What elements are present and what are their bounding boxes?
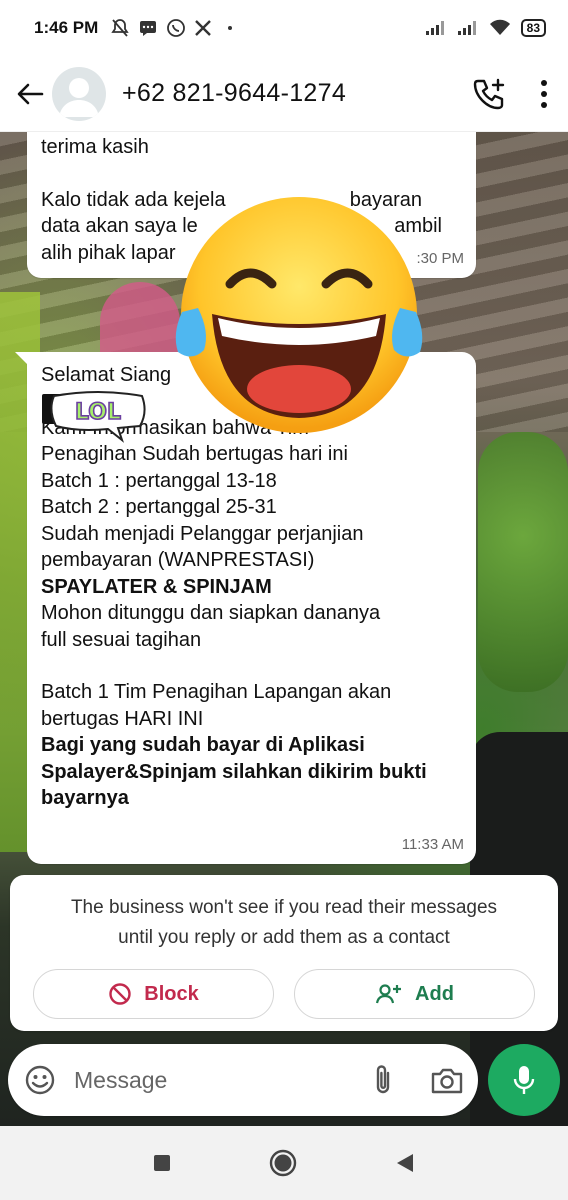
message-line: Batch 2 : pertanggal 25-31 bbox=[41, 496, 277, 518]
add-call-icon[interactable] bbox=[472, 77, 506, 111]
notice-text-line: The business won't see if you read their… bbox=[70, 897, 498, 918]
notice-text-line: until you reply or add them as a contact bbox=[118, 927, 450, 948]
emoji-icon[interactable] bbox=[24, 1064, 56, 1096]
battery-indicator: 83 bbox=[520, 19, 546, 37]
message-line: pembayaran (WANPRESTASI) bbox=[41, 549, 315, 571]
wallpaper-photo-tree bbox=[478, 432, 568, 692]
more-notifications-dot bbox=[228, 26, 233, 30]
contact-name[interactable]: +62 821-9644-1274 bbox=[122, 79, 346, 108]
message-line: terima kasih bbox=[41, 136, 149, 158]
status-time: 1:46 PM bbox=[34, 18, 99, 37]
chat-header: +62 821-9644-1274 bbox=[0, 56, 568, 132]
message-time: 11:33 AM bbox=[401, 835, 464, 853]
message-line: Sudah menjadi Pelanggar perjanjian bbox=[41, 522, 364, 545]
message-line: Mohon ditunggu dan siapkan dananya bbox=[41, 602, 381, 624]
sticker-text: LOL bbox=[75, 400, 121, 425]
back-nav-icon[interactable] bbox=[394, 1152, 416, 1174]
notification-icons bbox=[110, 18, 233, 38]
more-options-icon[interactable] bbox=[540, 79, 548, 109]
whatsapp-icon bbox=[167, 19, 186, 37]
message-input[interactable] bbox=[74, 1066, 324, 1094]
block-label: Block bbox=[144, 982, 199, 1005]
laughing-emoji-icon bbox=[175, 197, 423, 433]
wifi-icon bbox=[489, 19, 510, 35]
message-icon bbox=[140, 21, 157, 36]
recents-icon[interactable] bbox=[152, 1153, 172, 1173]
status-bar: 1:46 PM 83 bbox=[0, 0, 568, 56]
add-person-icon bbox=[375, 984, 402, 1004]
lol-sticker-icon: LOL bbox=[50, 391, 146, 443]
message-composer bbox=[8, 1044, 478, 1116]
default-avatar-icon bbox=[59, 77, 99, 117]
voice-message-button[interactable] bbox=[488, 1044, 560, 1116]
message-line: Bagi yang sudah bayar di Aplikasi bbox=[41, 734, 365, 756]
system-navigation-bar bbox=[0, 1126, 568, 1200]
message-line: full sesuai tagihan bbox=[41, 628, 202, 651]
message-line bbox=[41, 653, 462, 679]
mute-bell-icon bbox=[111, 19, 129, 37]
x-app-icon bbox=[195, 20, 212, 36]
avatar[interactable] bbox=[52, 66, 106, 121]
arrow-left-icon bbox=[17, 83, 44, 104]
add-contact-button[interactable]: Add bbox=[294, 969, 535, 1019]
system-icons: 83 bbox=[425, 19, 546, 37]
message-line: SPAYLATER & SPINJAM bbox=[41, 575, 272, 598]
signal-icon bbox=[425, 21, 444, 35]
back-button[interactable] bbox=[12, 76, 48, 112]
microphone-icon bbox=[513, 1066, 535, 1094]
message-line: bayarnya bbox=[41, 787, 129, 809]
composer-actions bbox=[372, 1063, 464, 1097]
message-line: Batch 1 : pertanggal 13-18 bbox=[41, 469, 277, 492]
attach-icon[interactable] bbox=[372, 1063, 394, 1097]
business-notice: The business won't see if you read their… bbox=[10, 875, 558, 1031]
notice-text: The business won't see if you read their… bbox=[10, 893, 558, 953]
block-button[interactable]: Block bbox=[33, 969, 274, 1019]
header-actions bbox=[472, 77, 556, 111]
chat-area[interactable]: terima kasih Kalo tidak ada kejela bayara… bbox=[0, 132, 568, 1126]
home-icon[interactable] bbox=[268, 1148, 298, 1178]
message-line: bertugas HARI INI bbox=[41, 707, 204, 730]
message-line: Batch 1 Tim Penagihan Lapangan akan bbox=[41, 681, 392, 703]
block-icon bbox=[109, 983, 131, 1005]
add-label: Add bbox=[415, 982, 454, 1005]
signal-icon-2 bbox=[457, 21, 476, 35]
message-line: Spalayer&Spinjam silahkan dikirim bukti bbox=[41, 760, 427, 783]
camera-icon[interactable] bbox=[430, 1065, 464, 1095]
message-line bbox=[41, 161, 462, 187]
